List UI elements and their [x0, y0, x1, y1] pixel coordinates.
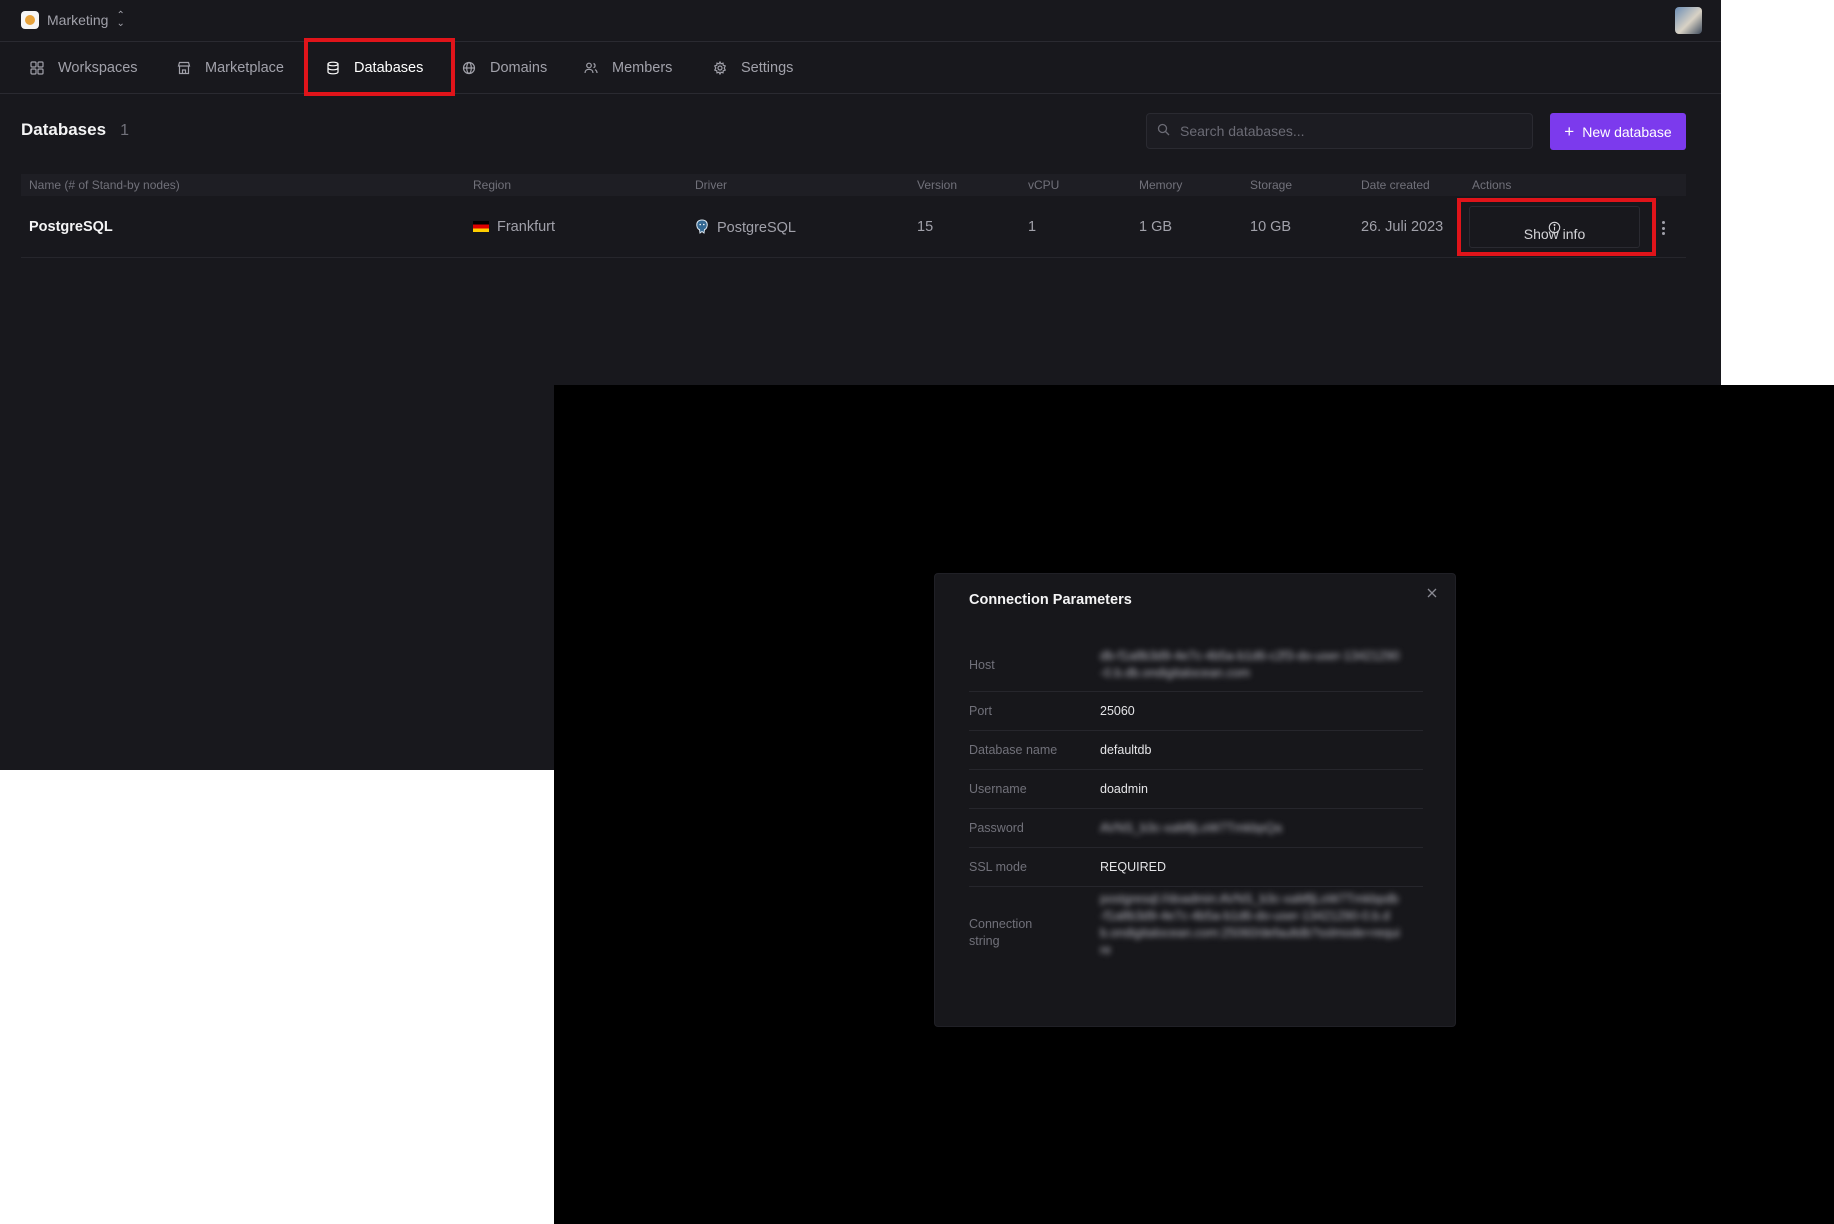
- table-header: Name (# of Stand-by nodes) Region Driver…: [21, 174, 1686, 196]
- param-label: Host: [969, 658, 995, 672]
- connection-parameters-dialog: Connection Parameters Host db-f1a8b3d9-4…: [934, 573, 1456, 1027]
- region-cell: Frankfurt: [473, 219, 555, 235]
- tab-label: Marketplace: [205, 60, 284, 76]
- column-header-driver: Driver: [695, 178, 727, 192]
- param-label: Connection string: [969, 917, 1033, 948]
- postgresql-elephant-icon: [696, 219, 708, 234]
- plus-icon: +: [1564, 121, 1575, 141]
- show-info-label: Show info: [1523, 226, 1586, 242]
- tab-label: Domains: [490, 60, 548, 76]
- region-name: Frankfurt: [497, 219, 556, 235]
- workspace-logo-icon: [21, 11, 39, 29]
- globe-icon: [462, 61, 476, 75]
- top-bar: Marketing ⌃ ⌄: [0, 0, 1721, 42]
- host-value: db-f1a8b3d9-4e7c-4b5a-b1d6-c2f3-do-user-…: [1100, 649, 1400, 680]
- tab-label: Workspaces: [58, 60, 138, 76]
- param-row-port: Port 25060: [969, 692, 1423, 731]
- tab-marketplace[interactable]: Marketplace: [177, 42, 284, 94]
- gear-icon: [713, 61, 727, 75]
- param-row-password: Password AVNS_b3c-xaMfjLoW7TmkbpQa: [969, 809, 1423, 848]
- avatar[interactable]: [1675, 7, 1702, 34]
- column-header-version: Version: [917, 178, 958, 192]
- param-label: SSL mode: [969, 860, 1027, 874]
- date-created-cell: 26. Juli 2023: [1361, 219, 1444, 235]
- param-label: Password: [969, 821, 1024, 835]
- driver-name: PostgreSQL: [717, 220, 796, 236]
- chevron-up-down-icon: ⌃ ⌄: [116, 10, 125, 29]
- workspace-switcher[interactable]: Marketing ⌃ ⌄: [21, 10, 125, 30]
- param-row-host: Host db-f1a8b3d9-4e7c-4b5a-b1d6-c2f3-do-…: [969, 640, 1423, 692]
- param-row-connection-string: Connection string postgresql://doadmin:A…: [969, 887, 1423, 979]
- param-label: Username: [969, 782, 1027, 796]
- connection-string-value: postgresql://doadmin:AVNS_b3c-xaMfjLoW7T…: [1100, 892, 1400, 957]
- param-label: Port: [969, 704, 992, 718]
- new-database-label: New database: [1582, 123, 1672, 140]
- param-row-ssl-mode: SSL mode REQUIRED: [969, 848, 1423, 887]
- page-title: Databases 1: [21, 120, 129, 140]
- database-name[interactable]: PostgreSQL: [29, 219, 113, 235]
- column-header-region: Region: [473, 178, 512, 192]
- search-icon: [1157, 123, 1170, 139]
- param-row-database-name: Database name defaultdb: [969, 731, 1423, 770]
- grid-icon: [30, 61, 44, 75]
- modal-backdrop: Connection Parameters Host db-f1a8b3d9-4…: [554, 385, 1834, 1224]
- memory-cell: 1 GB: [1139, 219, 1173, 235]
- column-header-actions: Actions: [1472, 178, 1512, 192]
- password-value: AVNS_b3c-xaMfjLoW7TmkbpQa: [1100, 821, 1282, 835]
- more-actions-icon[interactable]: [1657, 218, 1669, 238]
- username-value: doadmin: [1100, 782, 1148, 796]
- workspace-name: Marketing: [47, 12, 109, 28]
- database-icon: [326, 61, 340, 75]
- version-cell: 15: [917, 219, 934, 235]
- database-count: 1: [120, 122, 129, 139]
- tab-label: Members: [612, 60, 673, 76]
- column-header-memory: Memory: [1139, 178, 1183, 192]
- store-icon: [177, 61, 191, 75]
- show-info-button[interactable]: Show info: [1469, 206, 1640, 248]
- column-header-name: Name (# of Stand-by nodes): [29, 178, 180, 192]
- new-database-button[interactable]: + New database: [1550, 113, 1686, 150]
- column-header-storage: Storage: [1250, 178, 1293, 192]
- close-icon[interactable]: [1425, 586, 1439, 600]
- page-title-text: Databases: [21, 120, 107, 139]
- users-icon: [584, 61, 598, 75]
- driver-cell: PostgreSQL: [695, 219, 796, 236]
- tab-settings[interactable]: Settings: [713, 42, 793, 94]
- germany-flag-icon: [473, 221, 489, 232]
- column-header-vcpu: vCPU: [1028, 178, 1060, 192]
- param-row-username: Username doadmin: [969, 770, 1423, 809]
- tab-members[interactable]: Members: [584, 42, 672, 94]
- column-header-date-created: Date created: [1361, 178, 1430, 192]
- port-value: 25060: [1100, 704, 1135, 718]
- table-row[interactable]: PostgreSQL Frankfurt PostgreSQL 15 1 1 G…: [21, 200, 1686, 258]
- tab-domains[interactable]: Domains: [462, 42, 547, 94]
- dialog-title: Connection Parameters: [969, 592, 1132, 608]
- param-label: Database name: [969, 743, 1058, 757]
- tab-label: Settings: [741, 60, 794, 76]
- tab-databases[interactable]: Databases: [326, 42, 423, 94]
- search-box: [1146, 113, 1533, 149]
- search-input[interactable]: [1178, 122, 1518, 140]
- database-name-value: defaultdb: [1100, 743, 1152, 757]
- vcpu-cell: 1: [1028, 219, 1037, 235]
- ssl-mode-value: REQUIRED: [1100, 860, 1166, 874]
- tab-label: Databases: [354, 60, 424, 76]
- main-nav: Workspaces Marketplace Databases Domains…: [0, 42, 1721, 94]
- tab-workspaces[interactable]: Workspaces: [30, 42, 138, 94]
- storage-cell: 10 GB: [1250, 219, 1292, 235]
